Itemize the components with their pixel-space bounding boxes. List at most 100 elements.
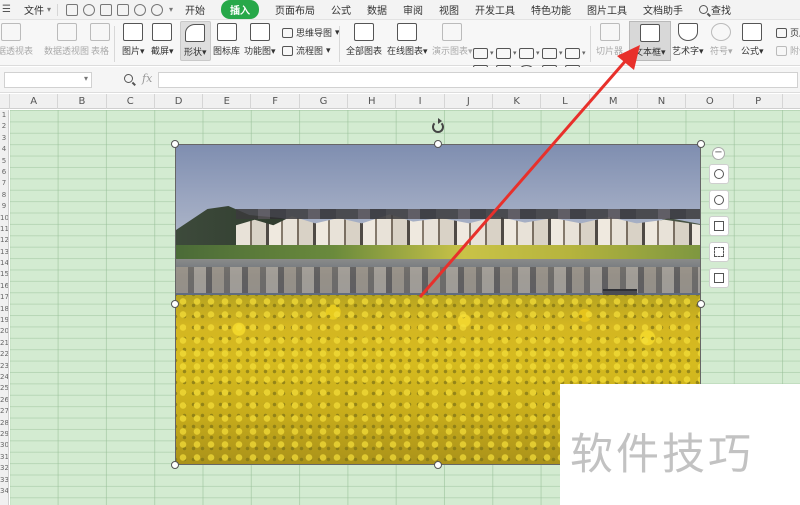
row-header-8[interactable]: 8: [0, 190, 8, 201]
row-header-15[interactable]: 15: [0, 269, 8, 280]
column-header-P[interactable]: P: [735, 94, 783, 109]
shape-button[interactable]: 形状▾: [180, 21, 211, 61]
column-header-D[interactable]: D: [155, 94, 204, 109]
resize-handle-top-right[interactable]: [697, 140, 705, 148]
tab-3[interactable]: 公式: [331, 2, 351, 17]
tab-0[interactable]: 开始: [185, 2, 205, 17]
customize-toolbar-icon[interactable]: ▾: [169, 5, 173, 14]
column-header-I[interactable]: I: [396, 94, 445, 109]
file-menu[interactable]: 文件: [24, 2, 44, 17]
screenshot-button[interactable]: 截屏▾: [151, 23, 174, 57]
row-header-5[interactable]: 5: [0, 156, 8, 167]
area-chart-icon[interactable]: [565, 48, 580, 59]
line-chart-icon[interactable]: [519, 48, 534, 59]
all-charts-button[interactable]: 全部图表: [346, 23, 382, 57]
row-header-12[interactable]: 12: [0, 235, 8, 246]
wordart-button[interactable]: 艺术字▾: [672, 23, 704, 57]
tab-6[interactable]: 视图: [439, 2, 459, 17]
column-header-N[interactable]: N: [638, 94, 687, 109]
chevron-down-icon[interactable]: ▾: [47, 5, 51, 14]
bar-chart-icon[interactable]: [496, 48, 511, 59]
online-charts-button[interactable]: 在线图表▾: [387, 23, 428, 57]
column-header-O[interactable]: O: [686, 94, 735, 109]
row-header-11[interactable]: 11: [0, 224, 8, 235]
row-header-2[interactable]: 2: [0, 121, 8, 132]
resize-handle-left[interactable]: [171, 300, 179, 308]
chevron-down-icon[interactable]: ▾: [536, 49, 540, 57]
radar-chart-icon[interactable]: [542, 48, 557, 59]
row-header-33[interactable]: 33: [0, 475, 8, 486]
row-header-29[interactable]: 29: [0, 429, 8, 440]
print-icon[interactable]: [100, 3, 113, 16]
slicer-button[interactable]: 切片器: [596, 23, 623, 57]
picture-button[interactable]: 图片▾: [122, 23, 145, 57]
resize-handle-top[interactable]: [434, 140, 442, 148]
column-header-F[interactable]: F: [252, 94, 300, 109]
zoom-formula-icon[interactable]: [124, 74, 133, 83]
row-header-19[interactable]: 19: [0, 315, 8, 326]
chevron-down-icon[interactable]: ▾: [582, 49, 586, 57]
tab-8[interactable]: 特色功能: [531, 2, 571, 17]
formula-input[interactable]: [158, 72, 798, 88]
collapse-toolbar-button[interactable]: −: [712, 147, 725, 160]
zoom-picture-button[interactable]: [709, 164, 729, 184]
pivot-table-button[interactable]: 数据透视表: [0, 23, 33, 57]
row-header-1[interactable]: 1: [0, 110, 8, 121]
tab-1[interactable]: 插入: [221, 0, 260, 19]
redo-icon[interactable]: [151, 3, 164, 16]
chevron-down-icon[interactable]: ▾: [559, 49, 563, 57]
search-command[interactable]: 查找: [699, 2, 731, 17]
row-header-31[interactable]: 31: [0, 452, 8, 463]
row-header-13[interactable]: 13: [0, 247, 8, 258]
undo-icon[interactable]: [134, 3, 147, 16]
row-header-30[interactable]: 30: [0, 440, 8, 451]
print-preview-icon[interactable]: [117, 3, 130, 16]
table-button[interactable]: 表格: [90, 23, 110, 57]
column-header-E[interactable]: E: [203, 94, 252, 109]
row-header-28[interactable]: 28: [0, 418, 8, 429]
row-header-27[interactable]: 27: [0, 406, 8, 417]
row-header-9[interactable]: 9: [0, 201, 8, 212]
column-header-J[interactable]: J: [445, 94, 493, 109]
row-header-6[interactable]: 6: [0, 167, 8, 178]
row-header-23[interactable]: 23: [0, 361, 8, 372]
text-box-button[interactable]: 文本框▾: [629, 21, 671, 61]
chevron-down-icon[interactable]: ▾: [490, 49, 494, 57]
column-header-K[interactable]: K: [493, 94, 542, 109]
tab-4[interactable]: 数据: [367, 2, 387, 17]
crop-picture-button[interactable]: [709, 216, 729, 236]
row-header-18[interactable]: 18: [0, 304, 8, 315]
name-box[interactable]: ▾: [4, 72, 92, 88]
column-chart-icon[interactable]: [473, 48, 488, 59]
column-header-H[interactable]: H: [348, 94, 397, 109]
column-header-B[interactable]: B: [58, 94, 107, 109]
row-header-10[interactable]: 10: [0, 213, 8, 224]
resize-handle-bottom-left[interactable]: [171, 461, 179, 469]
column-header-L[interactable]: L: [541, 94, 590, 109]
save-icon[interactable]: [66, 3, 79, 16]
row-header-24[interactable]: 24: [0, 372, 8, 383]
column-header-M[interactable]: M: [590, 94, 638, 109]
row-header-25[interactable]: 25: [0, 383, 8, 394]
replace-picture-button[interactable]: [709, 268, 729, 288]
column-header-C[interactable]: C: [107, 94, 155, 109]
formula-button[interactable]: 公式▾: [741, 23, 764, 57]
row-header-16[interactable]: 16: [0, 281, 8, 292]
export-icon[interactable]: [83, 3, 96, 16]
row-header-22[interactable]: 22: [0, 349, 8, 360]
hamburger-icon[interactable]: ☰: [2, 4, 16, 15]
row-header-17[interactable]: 17: [0, 292, 8, 303]
tab-10[interactable]: 文档助手: [643, 2, 683, 17]
fit-picture-button[interactable]: [709, 242, 729, 262]
select-all-corner[interactable]: [0, 94, 10, 109]
header-footer-button[interactable]: 页眉: [776, 26, 800, 39]
tab-2[interactable]: 页面布局: [275, 2, 315, 17]
chevron-down-icon[interactable]: ▾: [84, 74, 88, 83]
tab-9[interactable]: 图片工具: [587, 2, 627, 17]
column-header-G[interactable]: G: [300, 94, 349, 109]
row-header-34[interactable]: 34: [0, 486, 8, 497]
tab-7[interactable]: 开发工具: [475, 2, 515, 17]
symbol-button[interactable]: 符号▾: [710, 23, 733, 57]
resize-handle-right[interactable]: [697, 300, 705, 308]
chevron-down-icon[interactable]: ▾: [513, 49, 517, 57]
